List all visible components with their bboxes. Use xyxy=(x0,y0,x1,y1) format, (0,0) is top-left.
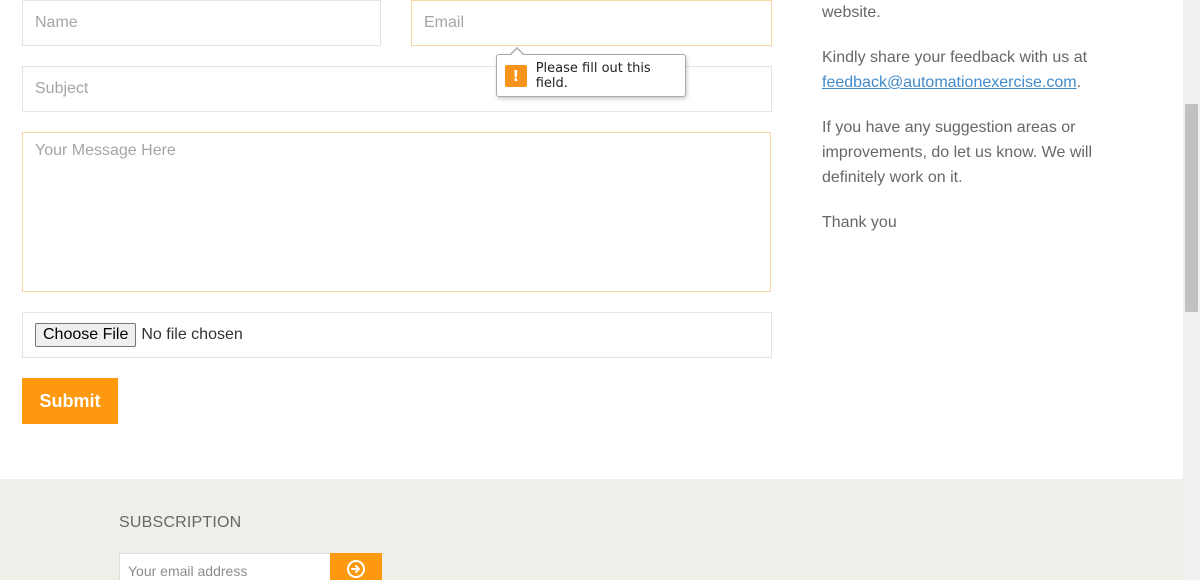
contact-page: Name Email Subject Your Message Here Cho… xyxy=(0,0,1200,580)
submit-button[interactable]: Submit xyxy=(22,378,118,424)
email-placeholder: Email xyxy=(424,14,465,31)
warning-icon: ! xyxy=(505,64,527,87)
feedback-suggestion-text: If you have any suggestion areas or impr… xyxy=(822,119,1093,186)
subscription-email-input[interactable]: Your email address xyxy=(119,553,331,580)
email-input[interactable]: Email xyxy=(411,0,772,46)
vertical-scrollbar[interactable] xyxy=(1183,0,1200,580)
choose-file-button[interactable]: Choose File xyxy=(35,323,137,347)
feedback-share-text: Kindly share your feedback with us at xyxy=(822,49,1088,66)
feedback-email-paragraph: Kindly share your feedback with us at fe… xyxy=(822,45,1112,95)
validation-tooltip: ! Please fill out this field. xyxy=(496,47,686,97)
subscription-title: SUBSCRIPTION xyxy=(119,514,242,531)
subscription-email-placeholder: Your email address xyxy=(128,563,248,579)
arrow-circle-right-icon xyxy=(347,560,365,578)
subject-placeholder: Subject xyxy=(35,80,89,97)
footer: SUBSCRIPTION Your email address xyxy=(0,479,1183,580)
name-placeholder: Name xyxy=(35,14,78,31)
validation-message: Please fill out this field. xyxy=(535,60,651,91)
message-placeholder: Your Message Here xyxy=(35,142,176,159)
feedback-email-suffix: . xyxy=(1076,74,1082,91)
file-upload: Choose File No file chosen xyxy=(22,312,772,358)
message-textarea[interactable]: Your Message Here xyxy=(22,132,771,292)
file-status: No file chosen xyxy=(141,326,243,343)
name-input[interactable]: Name xyxy=(22,0,381,46)
feedback-email-link[interactable]: feedback@automationexercise.com xyxy=(822,74,1077,91)
scrollbar-thumb[interactable] xyxy=(1185,104,1198,312)
subscribe-button[interactable] xyxy=(330,553,382,580)
feedback-text-website: website. xyxy=(822,4,881,21)
feedback-thank-you: Thank you xyxy=(822,214,897,231)
